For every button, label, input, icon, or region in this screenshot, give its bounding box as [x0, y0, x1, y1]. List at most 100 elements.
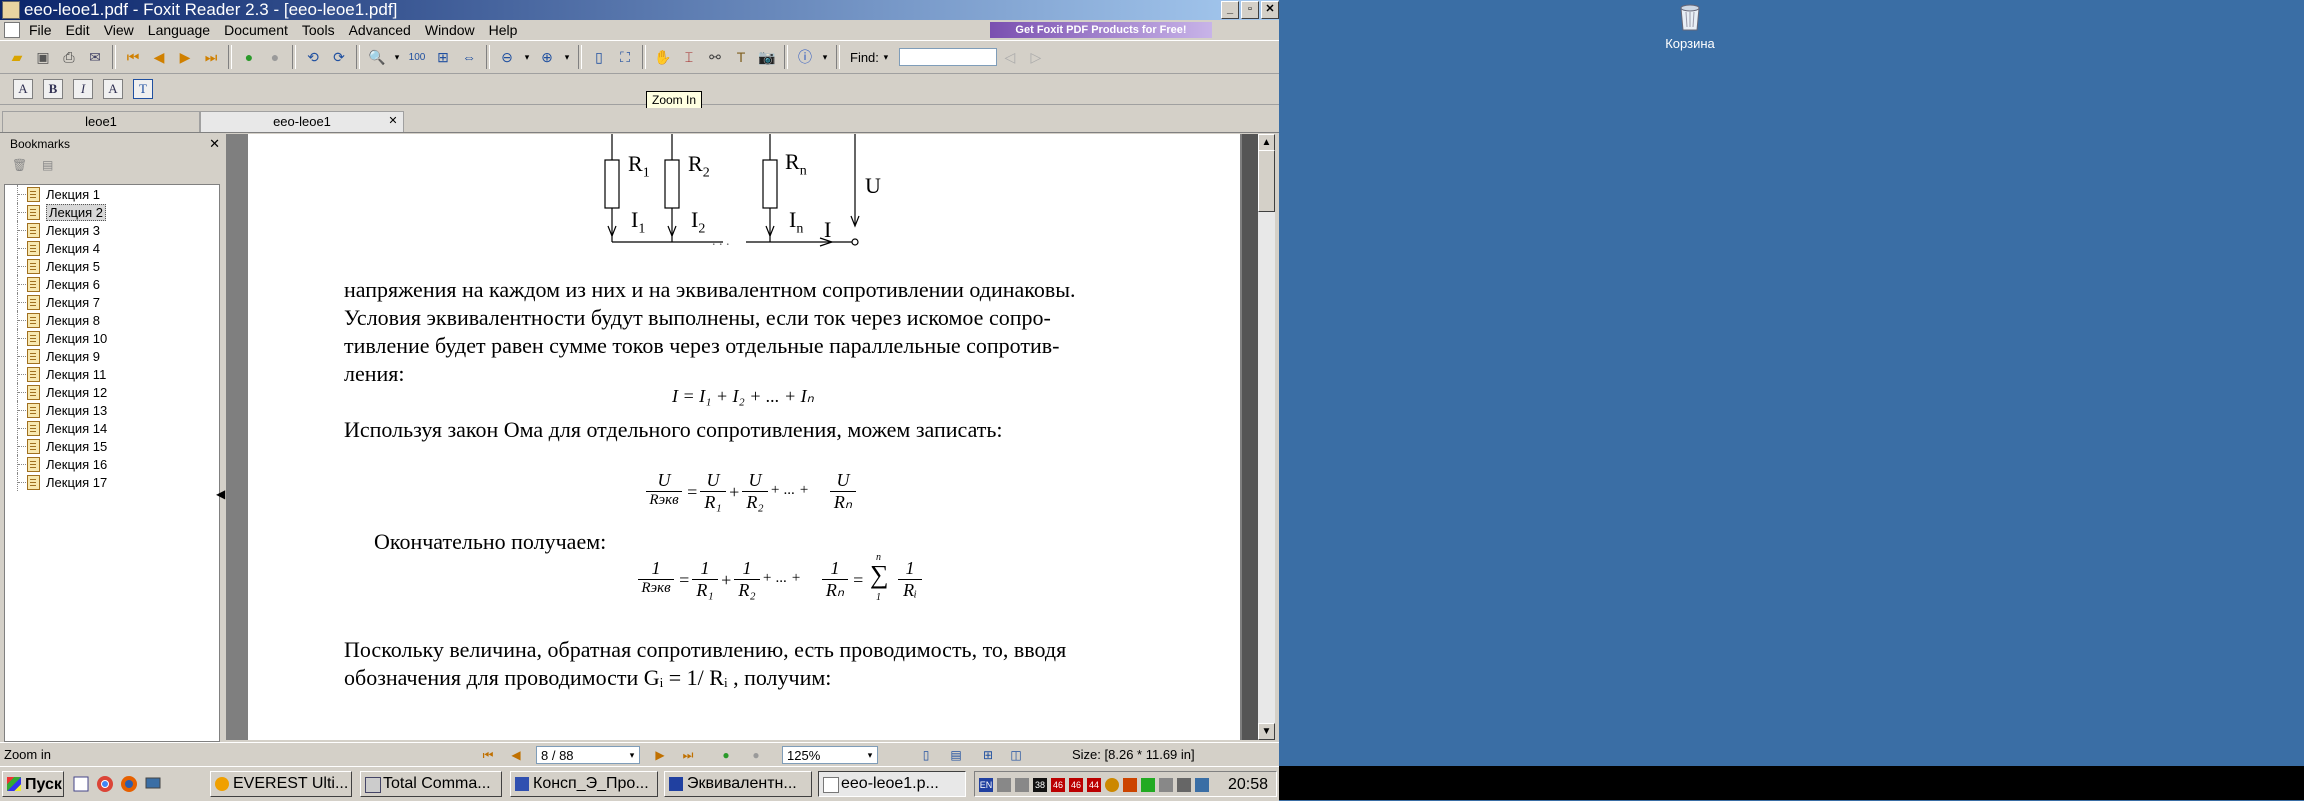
binoculars-icon[interactable]: ⚯ [704, 46, 726, 68]
restore-button[interactable]: ▫ [1241, 1, 1259, 19]
bookmark-item[interactable]: Лекция 13 [5, 401, 219, 419]
find-prev-icon[interactable]: ◁ [999, 46, 1021, 68]
bookmark-item[interactable]: Лекция 16 [5, 455, 219, 473]
tray-app-icon[interactable] [1015, 778, 1029, 792]
go-back-icon[interactable]: ● [718, 747, 734, 763]
typewriter-icon[interactable]: T [730, 46, 752, 68]
single-page-view-icon[interactable]: ▯ [918, 747, 934, 763]
bold-icon[interactable]: B [43, 79, 63, 99]
start-button[interactable]: Пуск [2, 771, 64, 797]
vertical-scrollbar[interactable]: ▲ ▼ [1258, 134, 1275, 740]
bookmark-item[interactable]: Лекция 6 [5, 275, 219, 293]
go-forward-icon[interactable]: ● [748, 747, 764, 763]
task-total-commander[interactable]: Total Comma... [360, 771, 502, 797]
temp-icon[interactable]: 44 [1087, 778, 1101, 792]
temp-icon[interactable]: 46 [1051, 778, 1065, 792]
continuous-facing-view-icon[interactable]: ◫ [1008, 747, 1024, 763]
bookmark-item[interactable]: Лекция 11 [5, 365, 219, 383]
bookmark-item[interactable]: Лекция 7 [5, 293, 219, 311]
menu-file[interactable]: File [22, 22, 59, 38]
zoom-in-dropdown-icon[interactable]: ▾ [562, 46, 572, 68]
prev-page-icon[interactable]: ◀ [508, 747, 524, 763]
text-box-icon[interactable]: T [133, 79, 153, 99]
last-page-icon[interactable]: ⏭ [680, 747, 696, 763]
tab-close-icon[interactable]: ✕ [387, 115, 399, 127]
menu-window[interactable]: Window [418, 22, 482, 38]
menu-edit[interactable]: Edit [59, 22, 97, 38]
title-bar[interactable]: eeo-leoe1.pdf - Foxit Reader 2.3 - [eeo-… [0, 0, 1279, 20]
tray-app-icon[interactable] [1123, 778, 1137, 792]
tab-leoe1[interactable]: leoe1 [2, 111, 200, 132]
prev-page-icon[interactable]: ◀ [148, 46, 170, 68]
select-text-icon[interactable]: ⌶ [678, 46, 700, 68]
fullscreen-icon[interactable]: ⛶ [614, 46, 636, 68]
continuous-view-icon[interactable]: ▤ [948, 747, 964, 763]
italic-icon[interactable]: I [73, 79, 93, 99]
zoom-out-dropdown-icon[interactable]: ▾ [522, 46, 532, 68]
zoom-tool-icon[interactable]: 🔍 [366, 46, 388, 68]
recycle-bin-shortcut[interactable]: Корзина [1650, 2, 1730, 51]
language-indicator[interactable]: EN [979, 778, 993, 792]
volume-icon[interactable] [1177, 778, 1191, 792]
next-page-icon[interactable]: ▶ [174, 46, 196, 68]
task-ekvivalent[interactable]: Эквивалентн... [664, 771, 812, 797]
everest-tray-icon[interactable] [1105, 778, 1119, 792]
menu-view[interactable]: View [97, 22, 141, 38]
temp-icon[interactable]: 46 [1069, 778, 1083, 792]
fit-width-icon[interactable]: ⇔ [458, 46, 480, 68]
menu-document[interactable]: Document [217, 22, 295, 38]
bookmark-item[interactable]: Лекция 5 [5, 257, 219, 275]
bookmark-item[interactable]: Лекция 2 [5, 203, 219, 221]
open-icon[interactable]: ▰ [6, 46, 28, 68]
cpu-temp-icon[interactable]: 38 [1033, 778, 1047, 792]
quicklaunch-notepad-icon[interactable] [72, 775, 90, 793]
scroll-thumb[interactable] [1258, 150, 1275, 212]
email-icon[interactable]: ✉ [84, 46, 106, 68]
text-style-icon[interactable]: A [13, 79, 33, 99]
find-input[interactable] [898, 48, 997, 66]
promo-banner[interactable]: Get Foxit PDF Products for Free! [990, 22, 1212, 38]
first-page-icon[interactable]: ⏮ [480, 747, 496, 763]
bookmark-item[interactable]: Лекция 9 [5, 347, 219, 365]
panel-close-icon[interactable]: ✕ [209, 134, 220, 154]
actual-size-icon[interactable]: 100 [406, 46, 428, 68]
fit-page-icon[interactable]: ⊞ [432, 46, 454, 68]
network-icon[interactable] [997, 778, 1011, 792]
menu-help[interactable]: Help [482, 22, 525, 38]
document-view[interactable]: R1 R2 Rn U I1 I2 In I . . . напряжения н… [226, 134, 1242, 740]
rotate-right-icon[interactable]: ⟳ [328, 46, 350, 68]
task-konsp[interactable]: Консп_Э_Про... [510, 771, 658, 797]
scroll-up-icon[interactable]: ▲ [1258, 134, 1275, 151]
bookmark-item[interactable]: Лекция 1 [5, 185, 219, 203]
next-page-icon[interactable]: ▶ [652, 747, 668, 763]
task-everest[interactable]: EVEREST Ulti... [210, 771, 352, 797]
quicklaunch-firefox-icon[interactable] [120, 775, 138, 793]
zoom-dropdown-icon[interactable]: ▾ [392, 46, 402, 68]
font-color-icon[interactable]: A [103, 79, 123, 99]
bookmark-item[interactable]: Лекция 4 [5, 239, 219, 257]
minimize-button[interactable]: _ [1221, 1, 1239, 19]
print-icon[interactable]: ⎙ [58, 46, 80, 68]
bookmark-item[interactable]: Лекция 10 [5, 329, 219, 347]
tray-app-icon[interactable] [1141, 778, 1155, 792]
zoom-dropdown-icon[interactable]: ▾ [862, 747, 878, 763]
rotate-left-icon[interactable]: ⟲ [302, 46, 324, 68]
bookmark-item[interactable]: Лекция 14 [5, 419, 219, 437]
delete-bookmark-icon[interactable]: 🗑 [12, 158, 27, 172]
bookmark-item[interactable]: Лекция 15 [5, 437, 219, 455]
bookmark-item[interactable]: Лекция 12 [5, 383, 219, 401]
single-page-icon[interactable]: ▯ [588, 46, 610, 68]
quicklaunch-chrome-icon[interactable] [96, 775, 114, 793]
doc-menu-icon[interactable] [4, 22, 20, 38]
find-options-icon[interactable]: ▾ [881, 46, 891, 68]
zoom-in-icon[interactable]: ⊕ [536, 46, 558, 68]
bookmark-item[interactable]: Лекция 3 [5, 221, 219, 239]
find-next-icon[interactable]: ▷ [1025, 46, 1047, 68]
zoom-out-icon[interactable]: ⊖ [496, 46, 518, 68]
facing-view-icon[interactable]: ⊞ [980, 747, 996, 763]
snapshot-icon[interactable]: 📷 [756, 46, 778, 68]
menu-language[interactable]: Language [141, 22, 217, 38]
scroll-down-icon[interactable]: ▼ [1258, 723, 1275, 740]
bookmark-item[interactable]: Лекция 8 [5, 311, 219, 329]
bookmark-properties-icon[interactable]: ▤ [42, 158, 56, 172]
